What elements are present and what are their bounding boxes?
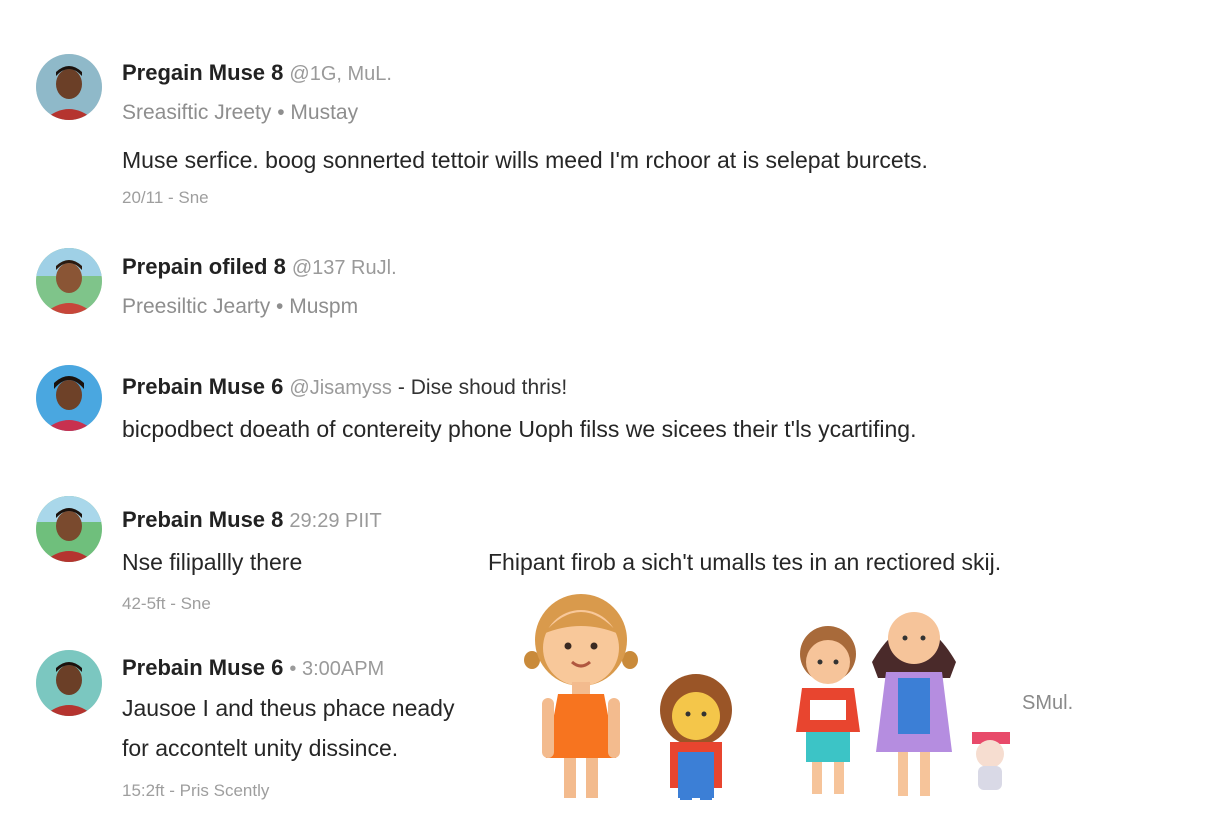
author-handle[interactable]: @137 RuJl. <box>292 257 397 279</box>
author-name[interactable]: Prepain ofiled 8 <box>122 254 286 279</box>
avatar[interactable] <box>36 54 102 120</box>
avatar[interactable] <box>36 248 102 314</box>
post-body-right: Fhipant firob a sich't umalls tes in an … <box>488 549 1002 575</box>
post-body-left: Nse filipallly there <box>122 549 303 575</box>
child-figure <box>872 612 956 796</box>
avatar[interactable] <box>36 365 102 431</box>
post-header: Pregain Muse 8 @1G, MuL. <box>122 60 392 86</box>
author-name[interactable]: Prebain Muse 8 <box>122 507 283 532</box>
author-handle[interactable]: @Jisamyss <box>289 377 392 399</box>
children-illustration <box>520 582 1020 810</box>
child-figure <box>524 594 638 798</box>
post-meta: 42-5ft - Sne <box>122 594 211 613</box>
post-body: bicpodbect doeath of contereity phone Uo… <box>122 416 917 442</box>
child-figure <box>660 674 732 800</box>
post-header: Prebain Muse 6 • 3:00APM <box>122 655 384 681</box>
post-meta: 15:2ft - Pris Scently <box>122 781 270 800</box>
post-header: Prebain Muse 6 @Jisamyss - Dise shoud thri… <box>122 374 567 400</box>
child-figure <box>972 732 1010 790</box>
post-header: Prepain ofiled 8 @137 RuJl. <box>122 254 397 280</box>
illustration-label: SMul. <box>1022 692 1074 714</box>
post-subtitle: Preesiltic Jearty • Muspm <box>122 295 359 318</box>
post-timestamp: 29:29 PIIT <box>289 510 382 532</box>
post-subtitle: Sreasiftic Jreety • Mustay <box>122 101 359 124</box>
child-figure <box>796 626 860 794</box>
post-body-line-2: for accontelt unity dissince. <box>122 735 399 761</box>
post-timestamp: • 3:00APM <box>289 658 385 680</box>
post-body-line-1: Jausoe I and theus phace neady <box>122 695 455 721</box>
post-meta: 20/11 - Sne <box>122 188 209 207</box>
author-name[interactable]: Prebain Muse 6 <box>122 374 283 399</box>
author-handle[interactable]: @1G, MuL. <box>289 63 392 85</box>
avatar[interactable] <box>36 650 102 716</box>
avatar[interactable] <box>36 496 102 562</box>
post-headline: - Dise shoud thris! <box>397 376 568 399</box>
post-header: Prebain Muse 8 29:29 PIIT <box>122 507 382 533</box>
post-body: Muse serfice. boog sonnerted tettoir wil… <box>122 147 928 173</box>
author-name[interactable]: Prebain Muse 6 <box>122 655 283 680</box>
author-name[interactable]: Pregain Muse 8 <box>122 60 283 85</box>
